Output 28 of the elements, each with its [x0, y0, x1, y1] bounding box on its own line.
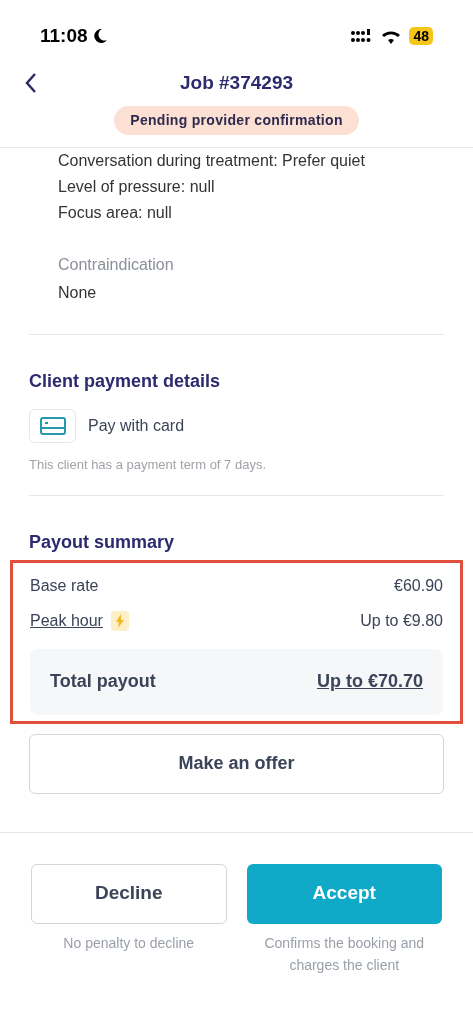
payout-value: Up to €9.80 [360, 611, 443, 631]
payment-method: Pay with card [88, 416, 185, 436]
status-badge: Pending provider confirmation [114, 106, 359, 135]
moon-icon [91, 28, 108, 44]
payout-label[interactable]: Peak hour [30, 609, 103, 633]
detail-line: Focus area: null [58, 203, 173, 223]
total-value[interactable]: Up to €70.70 [316, 668, 423, 695]
payout-value: €60.90 [394, 576, 443, 596]
back-icon[interactable] [24, 72, 38, 94]
contraindication-value: None [58, 283, 98, 303]
payment-note: This client has a payment term of 7 days. [29, 456, 267, 474]
battery-level: 48 [409, 27, 433, 45]
button-caption: Confirms the booking and charges the client [263, 933, 425, 975]
decline-button[interactable]: Decline [31, 863, 227, 924]
lightning-icon [110, 611, 129, 631]
detail-line: Level of pressure: null [58, 177, 216, 197]
contraindication-label: Contraindication [58, 255, 175, 275]
make-offer-button[interactable]: Make an offer [29, 733, 444, 794]
button-caption: No penalty to decline [62, 933, 196, 953]
card-icon [29, 409, 76, 443]
status-time: 11:08 [40, 23, 88, 48]
page-title: Job #374293 [179, 70, 294, 95]
section-heading: Payout summary [29, 530, 176, 554]
wifi-icon [381, 28, 402, 44]
payout-label: Base rate [30, 576, 99, 596]
total-label: Total payout [50, 670, 156, 693]
section-heading: Client payment details [29, 370, 222, 393]
detail-line: Conversation during treatment: Prefer quiet [58, 151, 366, 171]
